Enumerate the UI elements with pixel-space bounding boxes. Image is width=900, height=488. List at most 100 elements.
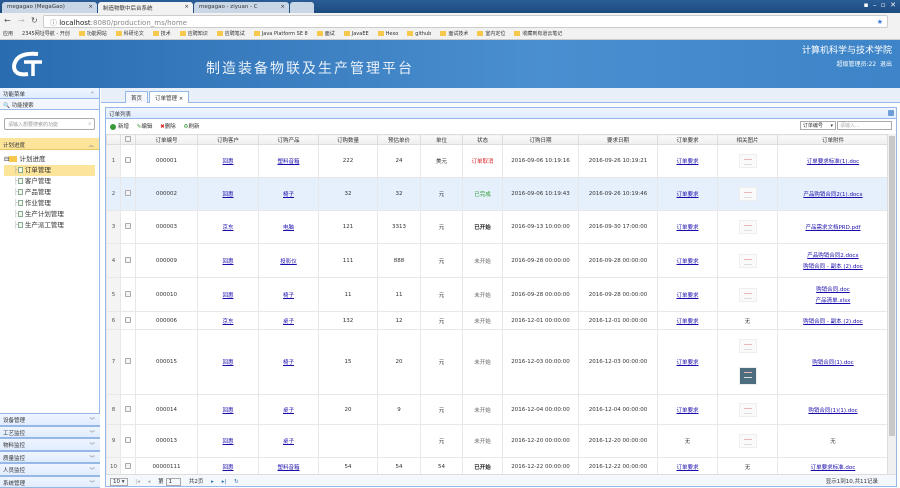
table-row[interactable]: 3 000003 京东 电脑 121 3313 元 已开始 2016-09-13 10:00:0… [106, 210, 888, 244]
sidebar-item[interactable]: ├ 生产派工管理 [4, 220, 95, 231]
row-checkbox[interactable] [120, 394, 136, 425]
requirement-link[interactable]: 订单要求 [676, 192, 698, 198]
column-header[interactable]: 单位 [420, 134, 463, 145]
image-thumbnail[interactable] [738, 434, 757, 448]
last-page-button[interactable]: ▸| [222, 479, 227, 485]
product-link[interactable]: 塑料音箱 [277, 159, 299, 165]
browser-tab[interactable]: megagao - ziyuan - C × [194, 2, 289, 13]
reload-icon[interactable]: ↻ [31, 16, 38, 25]
requirement-link[interactable]: 订单要求 [676, 259, 698, 265]
accordion-plan-progress[interactable]: 计划进度 ︽ [0, 138, 99, 150]
row-checkbox[interactable] [120, 457, 136, 476]
sidebar-item[interactable]: ├ 客户管理 [4, 176, 95, 187]
search-field-select[interactable]: 订单编号 ▾ [799, 121, 836, 130]
add-button[interactable]: 新增 [110, 123, 129, 130]
column-header[interactable]: 预估单价 [377, 134, 421, 145]
attachment-link[interactable]: 购销合同 - 副本 (2).doc [778, 317, 888, 325]
page-size-select[interactable]: 10 ▾ [110, 478, 128, 486]
column-header[interactable]: 订购日期 [502, 134, 579, 145]
attachment-link[interactable]: 购销合同(1).doc [778, 358, 888, 366]
requirement-link[interactable]: 订单要求 [676, 465, 698, 471]
checkbox[interactable] [125, 157, 131, 163]
product-link[interactable]: 椅子 [283, 293, 294, 299]
requirement-link[interactable]: 订单要求 [676, 293, 698, 299]
table-row[interactable]: 9 000013 回惠 桌子 元 未开始 2016-12-20 00:00:00 2016-1… [106, 424, 888, 458]
table-row[interactable]: 6 000006 京东 桌子 132 12 元 未开始 2016-12-01 00:00:00 2… [106, 311, 888, 330]
url-input[interactable]: ⓘ localhost:8080/production_ms/home ★ [43, 15, 888, 28]
checkbox[interactable] [125, 462, 131, 469]
column-header[interactable]: 订购数量 [318, 134, 378, 145]
sidebar-item[interactable]: ├ 产品管理 [4, 187, 95, 198]
accordion-section[interactable]: 设备管理 ︾ [0, 413, 100, 426]
prev-page-button[interactable]: ◂ [148, 479, 151, 485]
customer-link[interactable]: 回惠 [222, 259, 233, 265]
requirement-link[interactable]: 订单要求 [676, 159, 698, 165]
forward-icon[interactable]: → [18, 16, 25, 25]
collapse-panel-button[interactable] [888, 110, 894, 116]
row-checkbox[interactable] [120, 243, 136, 278]
sidebar-item[interactable]: ├ 生产计划管理 [4, 209, 95, 220]
tab-home[interactable]: 首页 [125, 91, 149, 103]
column-header[interactable]: 订单要求 [657, 134, 718, 145]
customer-link[interactable]: 回惠 [222, 293, 233, 299]
row-checkbox[interactable] [120, 329, 136, 395]
image-thumbnail[interactable] [738, 154, 757, 168]
checkbox[interactable] [125, 190, 131, 196]
sidebar-item[interactable]: ├ 作业管理 [4, 198, 95, 209]
customer-link[interactable]: 回惠 [222, 439, 233, 445]
bookmark-item[interactable]: 面试技术 [440, 31, 468, 37]
bookmark-item[interactable]: 室内定位 [477, 31, 505, 37]
window-controls[interactable]: ▪ – ▫ ✕ [864, 1, 896, 9]
row-checkbox[interactable] [120, 424, 136, 458]
attachment-link[interactable]: 产品需求文档PRD.pdf [778, 223, 888, 231]
attachment-link[interactable]: 购销合同.doc [778, 285, 888, 293]
attachment-link[interactable]: 产品购销合同2.docx [778, 251, 888, 259]
bookmark-item[interactable]: JavaEE [343, 31, 369, 37]
browser-tab-active[interactable]: 制造物联中后台系统 × [98, 2, 193, 13]
checkbox[interactable] [125, 290, 131, 297]
checkbox[interactable] [125, 223, 131, 229]
checkbox[interactable] [125, 405, 131, 412]
image-thumbnail[interactable] [738, 187, 757, 201]
row-checkbox[interactable] [120, 210, 136, 244]
edit-button[interactable]: ✎编辑 [137, 124, 153, 130]
accordion-section[interactable]: 质量监控 ︾ [0, 450, 100, 463]
attachment-link[interactable]: 产品购销合同2(1).docx [778, 190, 888, 198]
table-row[interactable]: 1 000001 回惠 塑料音箱 222 24 美元 订单取消 2016-09-06 10:19… [106, 144, 888, 178]
row-checkbox[interactable] [120, 144, 136, 178]
image-thumbnail[interactable] [738, 367, 757, 385]
customer-link[interactable]: 回惠 [222, 360, 233, 366]
collapse-icon[interactable]: « [91, 90, 94, 96]
bookmark-item[interactable]: 应聘笔试 [216, 31, 245, 37]
table-row[interactable]: 5 000010 回惠 椅子 11 11 元 未开始 2016-09-28 00:00:00 20… [106, 277, 888, 312]
image-thumbnail[interactable] [738, 287, 757, 302]
image-thumbnail[interactable] [738, 253, 757, 268]
refresh-button[interactable]: ♻刷新 [184, 124, 200, 130]
column-header[interactable]: 订单编号 [135, 134, 198, 145]
product-link[interactable]: 桌子 [283, 439, 294, 445]
accordion-section[interactable]: 系统管理 ︾ [0, 475, 100, 488]
bookmark-star-icon[interactable]: ★ [877, 18, 883, 26]
customer-link[interactable]: 回惠 [222, 192, 233, 198]
table-row[interactable]: 7 000015 回惠 椅子 15 20 元 未开始 2016-12-03 00:00:00 20… [106, 329, 888, 395]
column-header[interactable]: 订购产品 [258, 134, 319, 145]
bookmark-item[interactable]: Java Platform SE 8 [253, 31, 308, 37]
attachment-link[interactable]: 订单要求标准.doc [778, 463, 888, 471]
requirement-link[interactable]: 订单要求 [676, 225, 698, 231]
customer-link[interactable]: 回惠 [222, 159, 233, 165]
table-row[interactable]: 4 000009 回惠 投影仪 111 888 元 未开始 2016-09-28 00:00:0… [106, 243, 888, 278]
requirement-link[interactable]: 订单要求 [676, 408, 698, 414]
bookmark-item[interactable]: 技术 [152, 31, 171, 37]
checkbox[interactable] [125, 358, 131, 364]
close-tab-icon[interactable]: × [184, 4, 189, 10]
table-row[interactable]: 8 000014 回惠 桌子 20 9 元 未开始 2016-12-04 00:00:00 201… [106, 394, 888, 425]
product-link[interactable]: 桌子 [283, 319, 294, 325]
accordion-section[interactable]: 工艺监控 ︾ [0, 425, 100, 438]
attachment-link[interactable]: 购销合同(1)(1).doc [778, 406, 888, 414]
column-header[interactable]: 相关图片 [717, 134, 778, 145]
customer-link[interactable]: 京东 [222, 225, 233, 231]
next-page-button[interactable]: ▸ [211, 479, 214, 485]
accordion-section[interactable]: 物料监控 ︾ [0, 438, 100, 451]
close-icon[interactable]: × [179, 96, 184, 102]
checkbox[interactable] [125, 437, 131, 443]
